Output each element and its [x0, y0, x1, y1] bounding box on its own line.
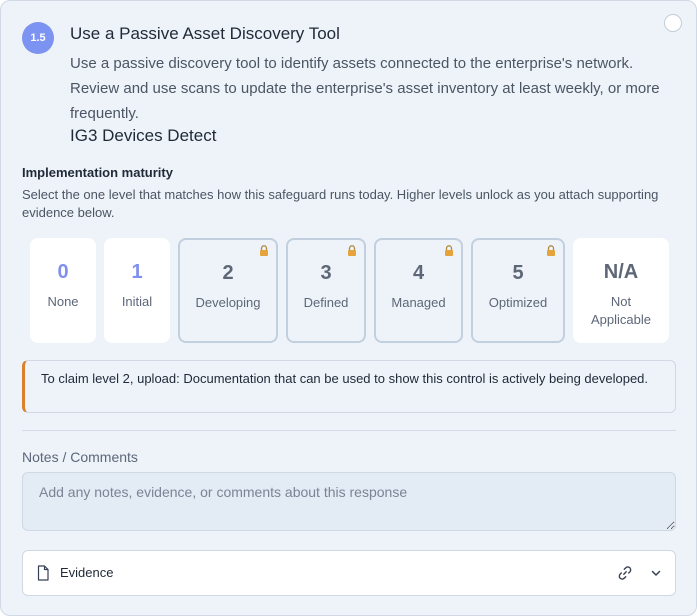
level-value: 4	[412, 262, 425, 284]
chevron-down-icon[interactable]	[650, 567, 662, 579]
maturity-level-5[interactable]: 5 Optimized	[471, 238, 565, 343]
link-icon[interactable]	[617, 565, 633, 581]
maturity-level-4[interactable]: 4 Managed	[374, 238, 463, 343]
level-label: Initial	[121, 294, 153, 309]
claim-level-notice-text: To claim level 2, upload: Documentation …	[41, 371, 649, 386]
safeguard-select-radio[interactable]	[664, 14, 682, 32]
maturity-level-2[interactable]: 2 Developing	[178, 238, 278, 343]
claim-level-notice: To claim level 2, upload: Documentation …	[22, 360, 676, 413]
safeguard-title: Use a Passive Asset Discovery Tool	[70, 24, 340, 43]
safeguard-number-badge: 1.5	[22, 22, 54, 54]
level-label: Optimized	[488, 295, 548, 310]
level-label: None	[47, 294, 79, 309]
section-divider	[22, 430, 676, 431]
level-label: Managed	[391, 295, 446, 310]
level-value: 5	[512, 262, 524, 284]
maturity-level-1[interactable]: 1 Initial	[104, 238, 170, 343]
safeguard-card: 1.5 Use a Passive Asset Discovery Tool U…	[0, 0, 697, 616]
notes-label: Notes / Comments	[22, 449, 138, 465]
maturity-level-0[interactable]: 0 None	[30, 238, 96, 343]
document-icon	[37, 565, 49, 581]
level-value: 0	[57, 261, 69, 283]
evidence-label: Evidence	[60, 565, 114, 580]
lock-icon	[445, 245, 453, 256]
level-value: 3	[320, 262, 332, 284]
level-value: 1	[131, 261, 143, 283]
level-label: Not Applicable	[591, 294, 651, 327]
level-label: Developing	[195, 295, 261, 310]
level-value: 2	[222, 262, 234, 284]
level-label: Defined	[303, 295, 349, 310]
maturity-level-3[interactable]: 3 Defined	[286, 238, 366, 343]
safeguard-description: Use a passive discovery tool to identify…	[70, 55, 660, 122]
maturity-help-text: Select the one level that matches how th…	[22, 187, 659, 220]
evidence-section-toggle[interactable]: Evidence	[22, 550, 676, 596]
lock-icon	[547, 245, 555, 256]
maturity-heading: Implementation maturity	[22, 165, 173, 180]
maturity-level-na[interactable]: N/A Not Applicable	[573, 238, 669, 343]
lock-icon	[348, 245, 356, 256]
safeguard-tags: IG3 Devices Detect	[70, 126, 217, 145]
lock-icon	[260, 245, 268, 256]
notes-textarea[interactable]	[22, 472, 676, 531]
level-value: N/A	[603, 261, 639, 283]
